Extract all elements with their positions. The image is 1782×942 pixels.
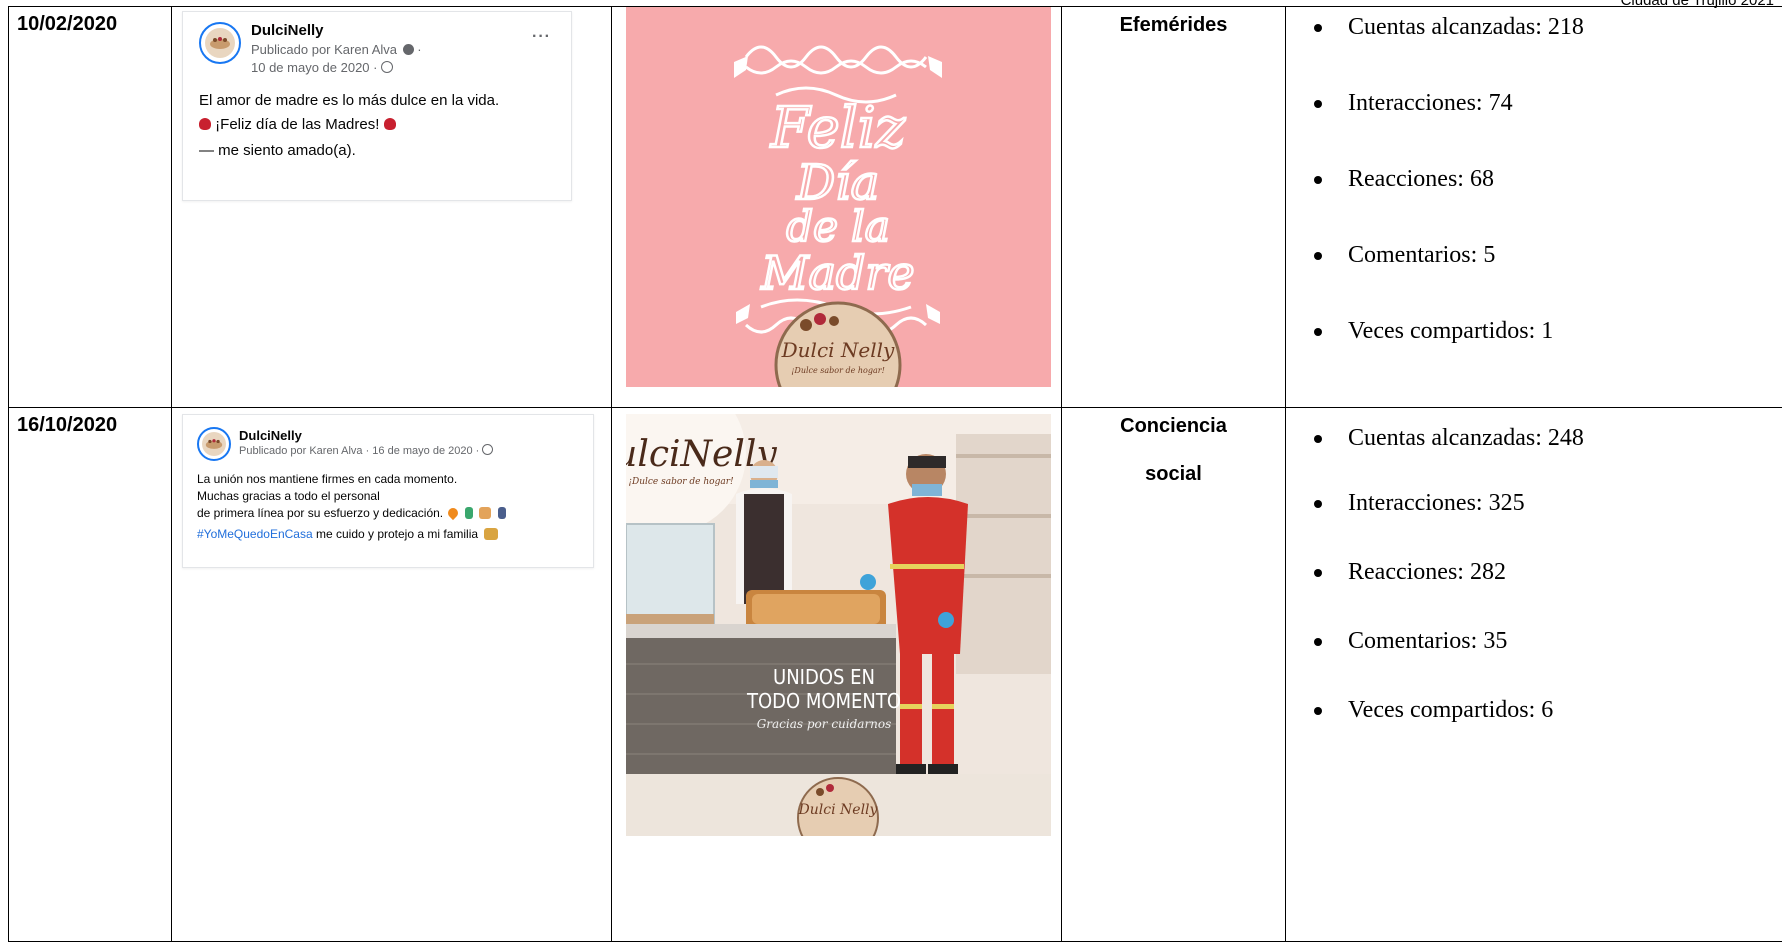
image-cell: Feliz Día de la Madre: [612, 7, 1062, 408]
globe-icon: [381, 61, 393, 73]
caption-line: UNIDOS EN: [773, 665, 875, 689]
post-text-line: de primera línea por su esfuerzo y dedic…: [197, 506, 443, 520]
image-title-line: Madre: [760, 246, 914, 300]
post-text-line: Muchas gracias a todo el personal: [197, 488, 593, 505]
hashtag-link[interactable]: #YoMeQuedoEnCasa: [197, 527, 313, 541]
metric-item: Veces compartidos: 6: [1306, 698, 1782, 767]
rose-emoji-icon: [384, 118, 396, 130]
worker-emoji-icon: [465, 507, 473, 519]
verified-badge-icon: [403, 44, 414, 55]
post-cell: DulciNelly Publicado por Karen Alva · 10…: [172, 7, 612, 408]
theme-label: Conciencia: [1062, 414, 1285, 438]
globe-icon: [482, 444, 493, 455]
post-theme: Conciencia social: [1062, 408, 1285, 486]
date-cell: 16/10/2020: [9, 408, 172, 942]
police-emoji-icon: [498, 507, 506, 519]
post-text-line: me cuido y protejo a mi familia: [313, 527, 478, 541]
date-cell: 10/02/2020: [9, 7, 172, 408]
theme-cell: Conciencia social: [1062, 408, 1286, 942]
post-text-line: La unión nos mantiene firmes en cada mom…: [197, 471, 593, 488]
metric-item: Cuentas alcanzadas: 248: [1306, 426, 1782, 491]
post-date: 10/02/2020: [9, 7, 171, 36]
metrics-cell: Cuentas alcanzadas: 218 Interacciones: 7…: [1286, 7, 1782, 408]
post-text-line: El amor de madre es lo más dulce en la v…: [199, 89, 571, 113]
image-title-line: de la: [786, 202, 890, 251]
post-feeling: — me siento amado(a).: [199, 139, 571, 163]
image-cell: DulciNelly ¡Dulce sabor de hogar!: [612, 408, 1062, 942]
bakery-photo-graphic: DulciNelly ¡Dulce sabor de hogar!: [626, 414, 1051, 836]
published-by: Publicado por Karen Alva · 16 de mayo de…: [239, 445, 479, 457]
caption-line: Gracias por cuidarnos: [757, 717, 892, 731]
svg-text:Dulci Nelly: Dulci Nelly: [781, 338, 895, 362]
facebook-post-card: DulciNelly Publicado por Karen Alva · 10…: [182, 11, 572, 201]
svg-text:¡Dulce sabor de hogar!: ¡Dulce sabor de hogar!: [791, 366, 885, 375]
table-row: 16/10/2020 DulciNelly Publicado por: [9, 408, 1782, 942]
theme-label: social: [1062, 462, 1285, 486]
table-row: 10/02/2020 DulciNelly Publicado por: [9, 7, 1782, 408]
post-date: 16/10/2020: [9, 408, 171, 437]
mothers-day-graphic: Feliz Día de la Madre: [626, 7, 1051, 387]
post-cell: DulciNelly Publicado por Karen Alva · 16…: [172, 408, 612, 942]
caption-line: TODO MOMENTO: [746, 689, 901, 713]
metrics-list: Cuentas alcanzadas: 248 Interacciones: 3…: [1286, 426, 1782, 767]
social-media-report-table: 10/02/2020 DulciNelly Publicado por: [8, 6, 1782, 942]
metrics-list: Cuentas alcanzadas: 218 Interacciones: 7…: [1286, 15, 1782, 395]
svg-text:¡Dulce sabor de hogar!: ¡Dulce sabor de hogar!: [628, 477, 734, 487]
facebook-post-card: DulciNelly Publicado por Karen Alva · 16…: [182, 414, 594, 568]
post-theme: Efemérides: [1062, 7, 1285, 37]
svg-text:Dulci Nelly: Dulci Nelly: [798, 802, 879, 818]
heart-emoji-icon: [446, 506, 460, 520]
frontline-thanks-photo: DulciNelly ¡Dulce sabor de hogar!: [626, 414, 1051, 836]
theme-cell: Efemérides: [1062, 7, 1286, 408]
metric-item: Interacciones: 325: [1306, 491, 1782, 560]
metric-item: Comentarios: 35: [1306, 629, 1782, 698]
metric-item: Cuentas alcanzadas: 218: [1306, 15, 1782, 91]
published-by: Publicado por Karen Alva: [251, 42, 397, 57]
metric-item: Reacciones: 68: [1306, 167, 1782, 243]
page-avatar: [199, 22, 241, 64]
post-timestamp[interactable]: 10 de mayo de 2020: [251, 60, 370, 75]
family-emoji-icon: [479, 507, 491, 519]
metrics-cell: Cuentas alcanzadas: 248 Interacciones: 3…: [1286, 408, 1782, 942]
image-title-line: Feliz: [770, 96, 906, 161]
metric-item: Comentarios: 5: [1306, 243, 1782, 319]
family-emoji-icon: [484, 528, 498, 540]
mothers-day-image: Feliz Día de la Madre: [626, 7, 1051, 387]
metric-item: Interacciones: 74: [1306, 91, 1782, 167]
page-name[interactable]: DulciNelly: [239, 428, 493, 443]
theme-label: Efemérides: [1062, 13, 1285, 37]
page-name[interactable]: DulciNelly: [251, 22, 422, 39]
metric-item: Reacciones: 282: [1306, 560, 1782, 629]
metric-item: Veces compartidos: 1: [1306, 319, 1782, 395]
post-text-line: ¡Feliz día de las Madres!: [215, 116, 379, 133]
rose-emoji-icon: [199, 118, 211, 130]
page-avatar: [197, 427, 231, 461]
more-options-icon[interactable]: ···: [532, 28, 551, 46]
